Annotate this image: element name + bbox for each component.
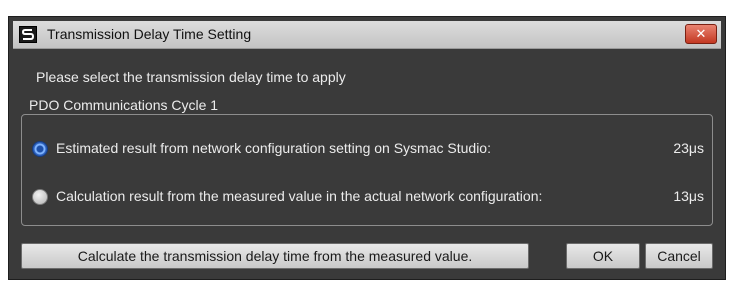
pdo-cycle-group	[21, 114, 713, 226]
option-estimated-value: 23μs	[673, 140, 704, 156]
instruction-text: Please select the transmission delay tim…	[36, 69, 346, 85]
close-button[interactable]: ✕	[685, 24, 717, 44]
radio-estimated[interactable]	[32, 141, 48, 157]
transmission-delay-dialog: Transmission Delay Time Setting ✕ Please…	[8, 16, 726, 280]
option-measured-result[interactable]: Calculation result from the measured val…	[32, 187, 704, 209]
calculate-button[interactable]: Calculate the transmission delay time fr…	[21, 243, 529, 269]
option-measured-value: 13μs	[673, 188, 704, 204]
group-title: PDO Communications Cycle 1	[25, 97, 223, 113]
cancel-button[interactable]: Cancel	[645, 243, 713, 269]
option-estimated-label[interactable]: Estimated result from network configurat…	[56, 140, 491, 156]
close-icon: ✕	[695, 26, 707, 41]
window-title: Transmission Delay Time Setting	[47, 26, 252, 42]
title-bar[interactable]: Transmission Delay Time Setting ✕	[13, 21, 721, 49]
option-measured-label[interactable]: Calculation result from the measured val…	[56, 188, 542, 204]
sysmac-app-icon	[19, 26, 37, 43]
radio-measured[interactable]	[32, 189, 48, 205]
ok-button[interactable]: OK	[566, 243, 640, 269]
option-estimated-result[interactable]: Estimated result from network configurat…	[32, 139, 704, 161]
